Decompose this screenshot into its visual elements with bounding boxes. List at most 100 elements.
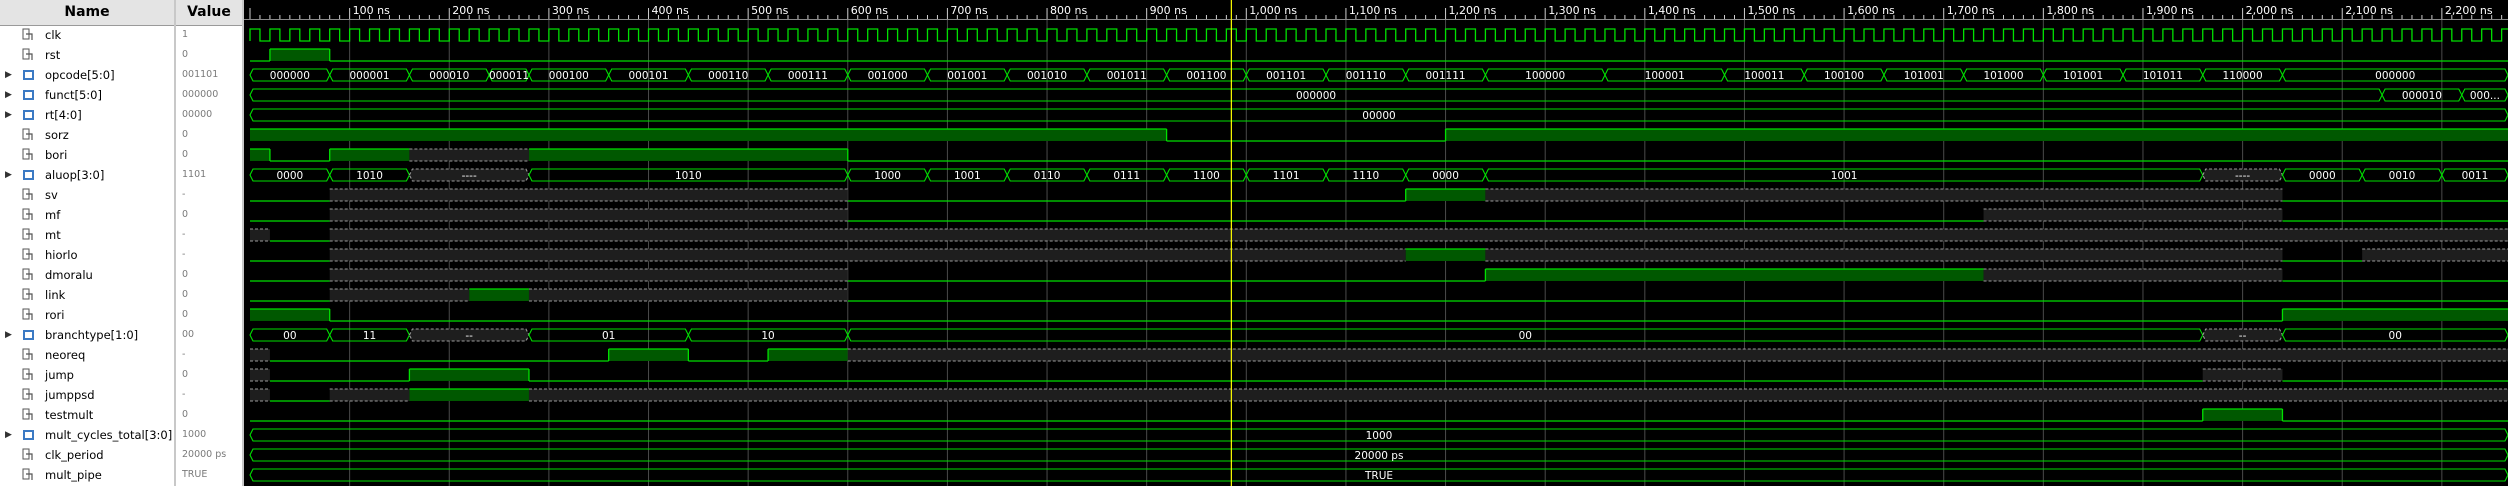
waveform-clk-period[interactable]: 20000 ps	[249, 448, 2508, 462]
waveform-opcode-5-0-[interactable]: 000000 000001 000010 000011 000100 000101 0001…	[249, 68, 2508, 82]
waveform-neoreq[interactable]	[250, 348, 2508, 362]
signal-row-name[interactable]: rst	[0, 45, 174, 65]
signal-label: sv	[45, 188, 58, 202]
signal-label: jumppsd	[45, 388, 95, 402]
signal-row-name[interactable]: testmult	[0, 405, 174, 425]
bus-value-label: 001100	[1186, 70, 1226, 82]
signal-row-name[interactable]: clk	[0, 25, 174, 45]
waveform-jumppsd[interactable]	[250, 388, 2508, 402]
time-label: 600 ns	[851, 4, 888, 17]
waveform-hiorlo[interactable]	[250, 248, 2508, 262]
signal-label: rst	[45, 48, 61, 62]
signal-row-name[interactable]: sorz	[0, 125, 174, 145]
signal-row-name[interactable]: rori	[0, 305, 174, 325]
time-label: 1,100 ns	[1349, 4, 1397, 17]
signal-row-name[interactable]: neoreq	[0, 345, 174, 365]
signal-row-name[interactable]: ▶ aluop[3:0]	[0, 165, 174, 185]
time-label: 1,700 ns	[1947, 4, 1995, 17]
waveform-rt-4-0-[interactable]: 00000	[249, 108, 2508, 122]
bus-value-label: 1010	[675, 170, 702, 182]
signal-label: neoreq	[45, 348, 86, 362]
wire-signal-icon	[22, 268, 33, 280]
bus-value-label: 000000	[1296, 90, 1336, 102]
signal-row-name[interactable]: hiorlo	[0, 245, 174, 265]
bus-value-label: 00	[1519, 330, 1532, 342]
waveform-canvas[interactable]: 100 ns 200 ns 300 ns 400 ns 500 ns 600 ns 700 …	[244, 0, 2508, 486]
expand-arrow-icon[interactable]: ▶	[5, 165, 12, 185]
wire-signal-icon	[22, 308, 33, 320]
signal-row-name[interactable]: jump	[0, 365, 174, 385]
expand-arrow-icon[interactable]: ▶	[5, 65, 12, 85]
signal-row-name[interactable]: ▶ mult_cycles_total[3:0]	[0, 425, 174, 445]
wire-signal-icon	[22, 128, 33, 140]
waveform-rst[interactable]	[250, 48, 2508, 62]
signal-value: 0	[182, 369, 189, 380]
waveform-sv[interactable]	[250, 188, 2508, 202]
waveform-branchtype-1-0-[interactable]: 00 11 -- 01 10 00 -- 00	[249, 328, 2508, 342]
signal-row-name[interactable]: bori	[0, 145, 174, 165]
waveform-jump[interactable]	[250, 368, 2508, 382]
wire-signal-icon	[22, 28, 33, 40]
signal-row-name[interactable]: mult_pipe	[0, 465, 174, 485]
time-label: 1,900 ns	[2146, 4, 2194, 17]
bus-signal-icon	[23, 110, 34, 120]
waveform-rori[interactable]	[250, 308, 2508, 322]
waveform-clk[interactable]	[249, 28, 2508, 42]
signal-label: hiorlo	[45, 248, 78, 262]
signal-row-name[interactable]: sv	[0, 185, 174, 205]
expand-arrow-icon[interactable]: ▶	[5, 105, 12, 125]
signal-row-name[interactable]: ▶ opcode[5:0]	[0, 65, 174, 85]
signal-value: -	[182, 389, 186, 400]
wire-signal-icon	[22, 468, 33, 480]
signal-row-name[interactable]: link	[0, 285, 174, 305]
expand-arrow-icon[interactable]: ▶	[5, 325, 12, 345]
signal-value: 0	[182, 149, 189, 160]
signal-row-name[interactable]: ▶ rt[4:0]	[0, 105, 174, 125]
signal-value: TRUE	[182, 469, 208, 480]
bus-value-label: 000101	[628, 70, 668, 82]
waveform-sorz[interactable]	[250, 128, 2508, 142]
wire-signal-icon	[22, 288, 33, 300]
bus-value-label: 100011	[1744, 70, 1784, 82]
signal-value: 0	[182, 209, 189, 220]
signal-label: clk	[45, 28, 62, 42]
waveform-aluop-3-0-[interactable]: 0000 1010 ---- 1010 1000 1001 0110 0111 1100 1101…	[249, 168, 2508, 182]
waveform-bori[interactable]	[250, 148, 2508, 162]
bus-value-label: 110000	[2223, 70, 2263, 82]
bus-value-label: ----	[2235, 170, 2250, 182]
waveform-testmult[interactable]	[250, 408, 2508, 422]
name-column-header[interactable]: Name	[0, 0, 174, 26]
signal-row-name[interactable]: ▶ branchtype[1:0]	[0, 325, 174, 345]
bus-value-label: 000011	[489, 70, 529, 82]
time-label: 2,000 ns	[2246, 4, 2294, 17]
bus-value-label: 00000	[1362, 110, 1395, 122]
waveform-link[interactable]	[250, 288, 2508, 302]
waveform-mt[interactable]	[250, 228, 2508, 242]
signal-row-name[interactable]: jumppsd	[0, 385, 174, 405]
signal-row-name[interactable]: mf	[0, 205, 174, 225]
signal-value: 001101	[182, 69, 219, 80]
wire-signal-icon	[22, 188, 33, 200]
waveform-mult-pipe[interactable]: TRUE	[249, 468, 2508, 482]
bus-value-label: 00	[283, 330, 296, 342]
waveform-funct-5-0-[interactable]: 000000 000010 000...	[249, 88, 2508, 102]
wire-signal-icon	[22, 228, 33, 240]
signal-value: 0	[182, 269, 189, 280]
value-column-header[interactable]: Value	[176, 0, 242, 26]
expand-arrow-icon[interactable]: ▶	[5, 85, 12, 105]
bus-value-label: --	[2239, 330, 2247, 342]
signal-row-name[interactable]: dmoralu	[0, 265, 174, 285]
waveform-mult-cycles-total-3-0-[interactable]: 1000	[249, 428, 2508, 442]
waveform-mf[interactable]	[250, 208, 2508, 222]
waveform-dmoralu[interactable]	[250, 268, 2508, 282]
signal-value: 1	[182, 29, 189, 40]
expand-arrow-icon[interactable]: ▶	[5, 425, 12, 445]
wire-signal-icon	[22, 48, 33, 60]
signal-row-name[interactable]: ▶ funct[5:0]	[0, 85, 174, 105]
signal-row-name[interactable]: clk_period	[0, 445, 174, 465]
signal-row-name[interactable]: mt	[0, 225, 174, 245]
bus-value-label: 1101	[1273, 170, 1300, 182]
time-label: 900 ns	[1150, 4, 1187, 17]
bus-signal-icon	[23, 170, 34, 180]
time-label: 500 ns	[751, 4, 788, 17]
